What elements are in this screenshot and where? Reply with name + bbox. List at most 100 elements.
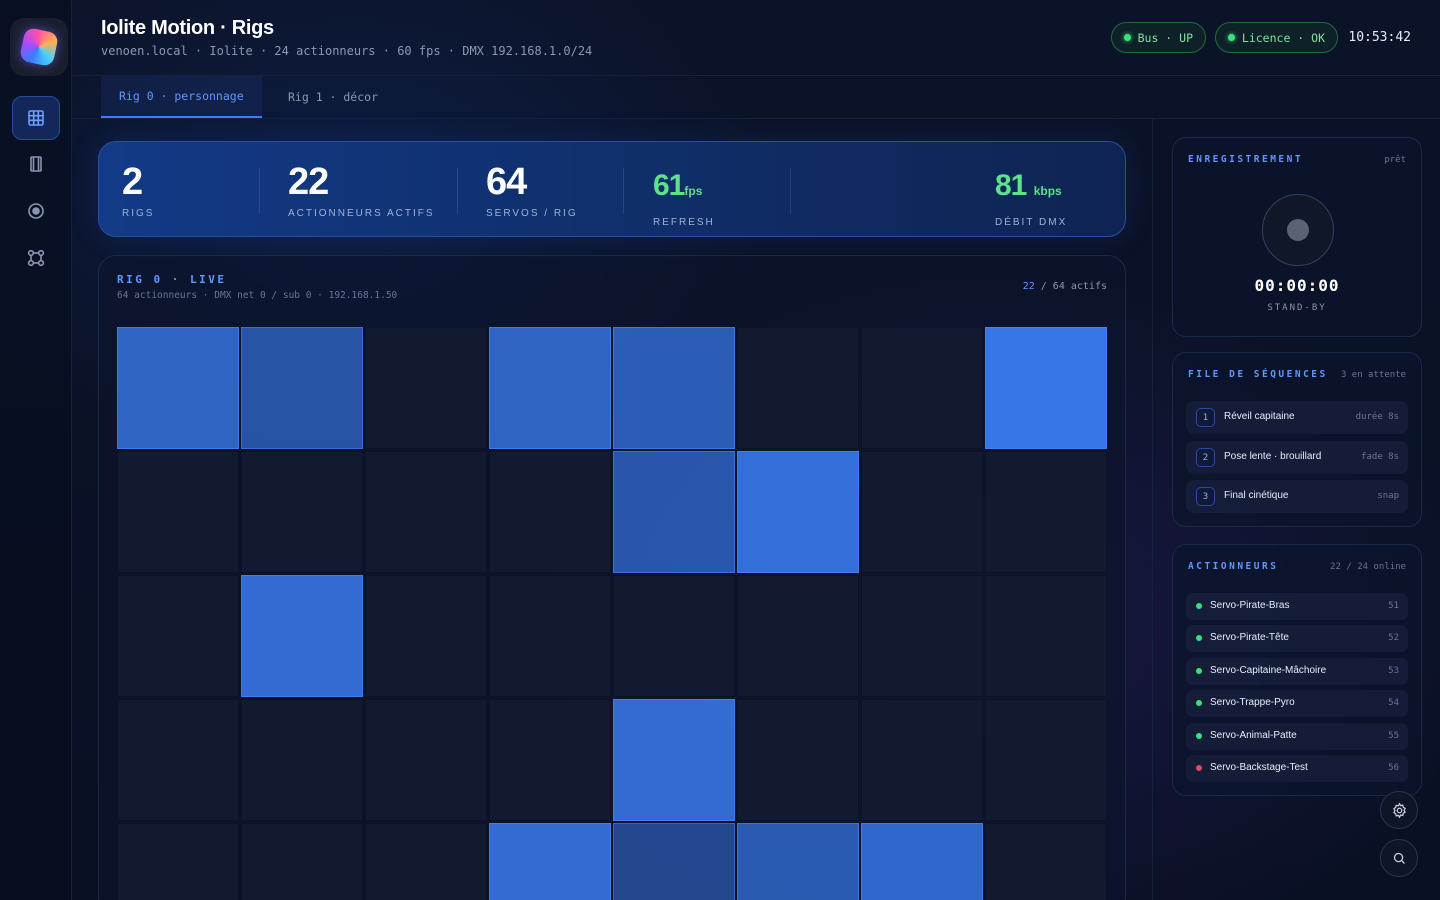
queue-item[interactable]: 2 Pose lente · brouillard fade 8s <box>1186 441 1408 474</box>
actuator-cell-active[interactable] <box>985 327 1107 449</box>
actuator-cell[interactable] <box>241 451 363 573</box>
queue-item-meta: fade 8s <box>1361 452 1399 462</box>
actuator-cell[interactable] <box>861 451 983 573</box>
actuator-row[interactable]: Servo-Capitaine-Mâchoire 53 <box>1186 658 1408 685</box>
actuator-cell[interactable] <box>365 451 487 573</box>
tab-rig-1[interactable]: Rig 1 · décor <box>270 76 396 118</box>
queue-item-meta: durée 8s <box>1355 412 1399 422</box>
stat-dmx: 81 kbps DÉBIT DMX <box>995 166 1067 228</box>
divider <box>623 168 624 214</box>
gem-logo-icon <box>18 26 60 68</box>
queue-title: FILE DE SÉQUENCES <box>1188 369 1328 380</box>
actuator-cell-active[interactable] <box>737 823 859 900</box>
app-logo[interactable] <box>10 18 68 76</box>
actuator-cell[interactable] <box>489 699 611 821</box>
actuator-id: 51 <box>1388 601 1399 611</box>
actuator-row[interactable]: Servo-Backstage-Test 56 <box>1186 755 1408 782</box>
actuator-row[interactable]: Servo-Animal-Patte 55 <box>1186 723 1408 750</box>
actuator-cell[interactable] <box>737 327 859 449</box>
recording-timer: 00:00:00 <box>1254 276 1340 295</box>
online-dot-icon <box>1196 700 1202 706</box>
licence-status-pill[interactable]: Licence · OK <box>1214 22 1338 53</box>
actuator-cell[interactable] <box>241 823 363 900</box>
queue-item[interactable]: 3 Final cinétique snap <box>1186 480 1408 513</box>
left-rail <box>0 0 72 900</box>
actuator-cell-active[interactable] <box>241 575 363 697</box>
actuator-cell[interactable] <box>985 575 1107 697</box>
queue-item[interactable]: 1 Réveil capitaine durée 8s <box>1186 401 1408 434</box>
stat-dmx-value: 81 kbps <box>995 166 1067 211</box>
rig-tabs: Rig 0 · personnage Rig 1 · décor <box>72 76 1440 119</box>
actuator-cell[interactable] <box>489 575 611 697</box>
divider <box>457 168 458 214</box>
actuator-cell[interactable] <box>117 451 239 573</box>
actuator-cell[interactable] <box>365 575 487 697</box>
actuator-cell[interactable] <box>985 823 1107 900</box>
divider <box>790 168 791 214</box>
rail-grid-button[interactable] <box>12 96 60 140</box>
queue-item-name: Réveil capitaine <box>1224 411 1295 422</box>
actuator-cell-active[interactable] <box>489 327 611 449</box>
actuator-cell[interactable] <box>861 699 983 821</box>
actuator-cell-active[interactable] <box>737 451 859 573</box>
recording-title: ENREGISTREMENT <box>1188 154 1304 165</box>
actuator-cell[interactable] <box>861 575 983 697</box>
queue-item-number: 2 <box>1196 448 1215 467</box>
search-icon <box>1393 852 1405 864</box>
actuator-cell-active[interactable] <box>613 699 735 821</box>
right-column: ENREGISTREMENT prêt 00:00:00 STAND-BY FI… <box>1152 119 1440 900</box>
settings-button[interactable] <box>1380 791 1418 829</box>
licence-status-label: Licence · OK <box>1241 30 1325 45</box>
actuator-row[interactable]: Servo-Trappe-Pyro 54 <box>1186 690 1408 717</box>
offline-dot-icon <box>1196 765 1202 771</box>
stat-rigs-label: RIGS <box>122 208 155 219</box>
actuator-row[interactable]: Servo-Pirate-Tête 52 <box>1186 625 1408 652</box>
actuator-cell-active[interactable] <box>613 327 735 449</box>
online-dot-icon <box>1196 668 1202 674</box>
recording-state: STAND-BY <box>1267 303 1327 313</box>
status-dot-icon <box>1123 34 1131 41</box>
actuator-name: Servo-Capitaine-Mâchoire <box>1210 665 1327 676</box>
actuator-cell[interactable] <box>737 699 859 821</box>
actuator-cell-active[interactable] <box>117 327 239 449</box>
actuator-cell[interactable] <box>241 699 363 821</box>
actuator-cell[interactable] <box>365 823 487 900</box>
actuator-cell-active[interactable] <box>613 451 735 573</box>
actuator-cell-active[interactable] <box>861 823 983 900</box>
rail-film-button[interactable] <box>12 142 60 186</box>
actuator-cell-active[interactable] <box>613 823 735 900</box>
rail-nodes-button[interactable] <box>12 236 60 280</box>
online-dot-icon <box>1196 635 1202 641</box>
stat-actuators-label: ACTIONNEURS ACTIFS <box>288 208 435 219</box>
actuator-id: 56 <box>1388 763 1399 773</box>
actuator-cell[interactable] <box>365 327 487 449</box>
bus-status-pill[interactable]: Bus · UP <box>1110 22 1206 53</box>
actuator-cell[interactable] <box>489 451 611 573</box>
queue-meta: 3 en attente <box>1340 370 1406 380</box>
actuator-id: 52 <box>1388 633 1399 643</box>
record-icon <box>28 203 44 219</box>
actuator-cell[interactable] <box>117 575 239 697</box>
actuator-cell[interactable] <box>985 451 1107 573</box>
actuator-cell[interactable] <box>985 699 1107 821</box>
record-button[interactable] <box>1262 194 1334 266</box>
stat-servos-value: 64 <box>486 161 527 203</box>
actuator-cell-active[interactable] <box>241 327 363 449</box>
tab-rig-0[interactable]: Rig 0 · personnage <box>101 76 262 118</box>
rail-record-button[interactable] <box>12 189 60 233</box>
actuator-cell[interactable] <box>737 575 859 697</box>
queue-item-name: Final cinétique <box>1224 490 1289 501</box>
stat-dmx-number: 81 <box>995 169 1027 202</box>
actuator-cell[interactable] <box>117 823 239 900</box>
divider <box>259 168 260 214</box>
actuator-cell[interactable] <box>861 327 983 449</box>
actuator-cell[interactable] <box>365 699 487 821</box>
actuator-row[interactable]: Servo-Pirate-Bras 51 <box>1186 593 1408 620</box>
rig-panel: RIG 0 · LIVE 64 actionneurs · DMX net 0 … <box>98 255 1126 900</box>
record-dot-icon <box>1287 219 1309 241</box>
actuator-cell-active[interactable] <box>489 823 611 900</box>
actuator-cell[interactable] <box>613 575 735 697</box>
search-button[interactable] <box>1380 839 1418 877</box>
clock: 10:53:42 <box>1348 30 1411 45</box>
actuator-cell[interactable] <box>117 699 239 821</box>
